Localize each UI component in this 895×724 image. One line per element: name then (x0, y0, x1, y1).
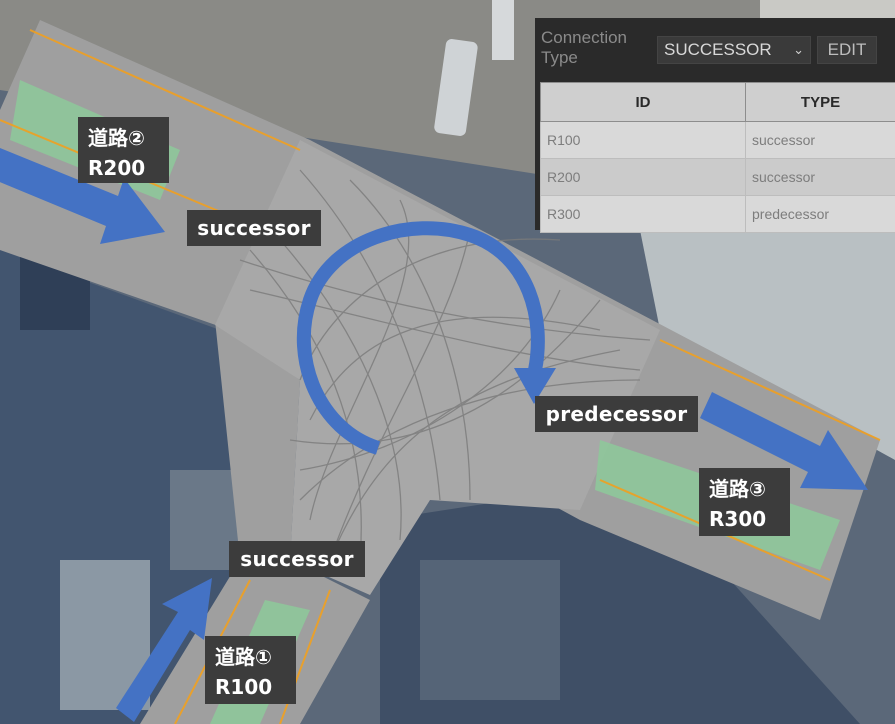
table-row[interactable]: R200 successor (540, 158, 895, 196)
row-type: successor (745, 158, 895, 196)
connection-panel: Connection Type SUCCESSOR ⌄ EDIT ID TYPE… (535, 18, 895, 233)
road1-label: 道路① R100 (205, 636, 296, 704)
successor-label-road2: successor (187, 210, 321, 246)
connection-type-value: SUCCESSOR (664, 40, 772, 59)
column-header-id: ID (540, 82, 746, 122)
road1-id: R100 (215, 675, 273, 699)
row-type: successor (745, 121, 895, 159)
table-header-row: ID TYPE (540, 82, 895, 122)
successor-label-road1: successor (229, 541, 365, 577)
road3-id: R300 (709, 507, 767, 531)
chevron-down-icon: ⌄ (793, 42, 804, 57)
edit-button[interactable]: EDIT (817, 36, 877, 64)
predecessor-label-road3: predecessor (535, 396, 698, 432)
road2-id: R200 (88, 156, 146, 180)
road3-name: 道路③ (709, 477, 766, 501)
road2-name: 道路② (88, 126, 145, 150)
connection-table: ID TYPE R100 successor R200 successor R3… (540, 82, 895, 233)
row-id: R300 (540, 195, 746, 233)
row-type: predecessor (745, 195, 895, 233)
road1-name: 道路① (215, 645, 272, 669)
connection-type-label: Connection Type (541, 28, 628, 67)
column-header-type: TYPE (745, 82, 895, 122)
table-row[interactable]: R300 predecessor (540, 195, 895, 233)
connection-type-select[interactable]: SUCCESSOR ⌄ (657, 36, 811, 64)
table-row[interactable]: R100 successor (540, 121, 895, 159)
road2-label: 道路② R200 (78, 117, 169, 183)
row-id: R200 (540, 158, 746, 196)
row-id: R100 (540, 121, 746, 159)
road3-label: 道路③ R300 (699, 468, 790, 536)
